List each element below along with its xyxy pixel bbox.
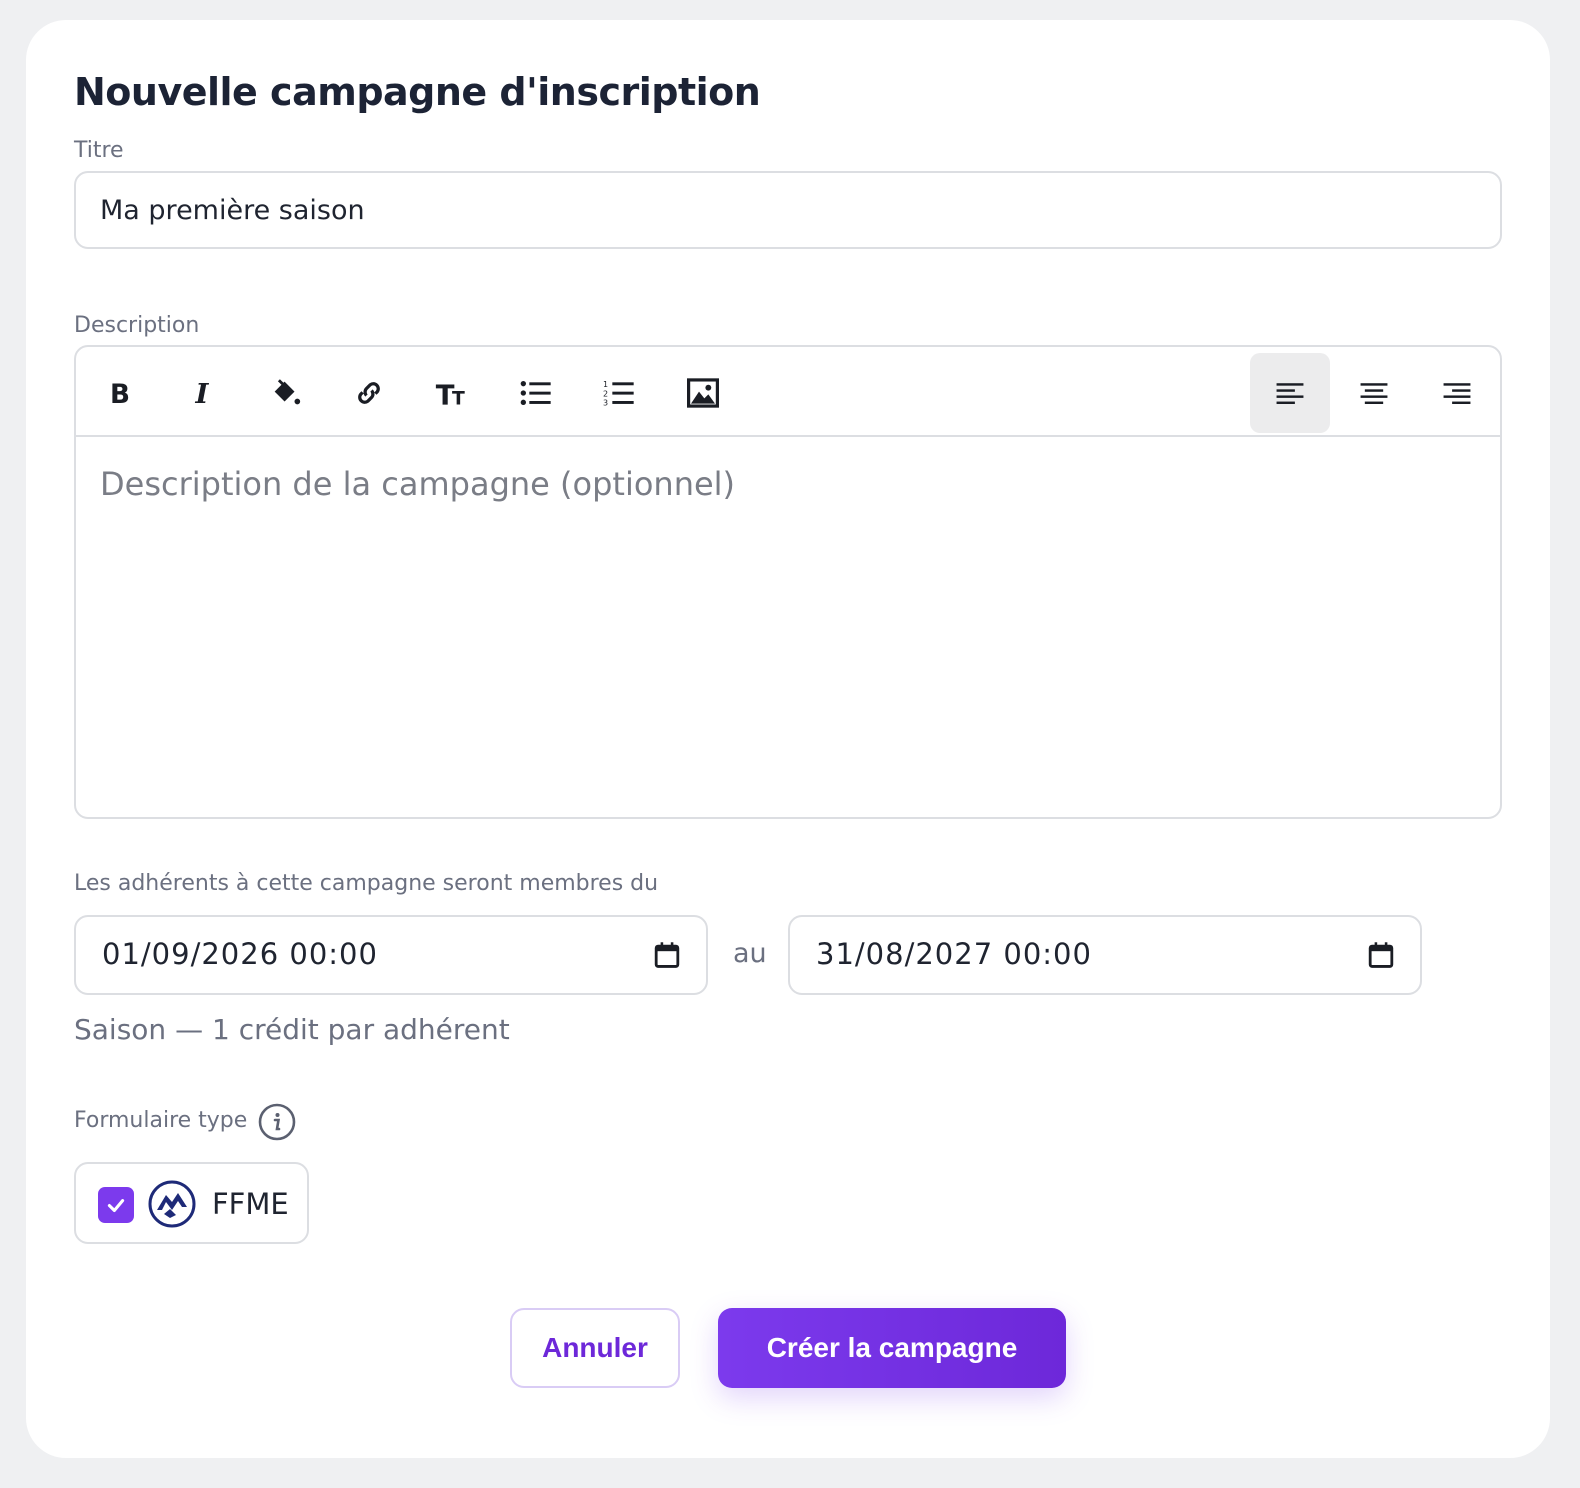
ffme-label: FFME	[212, 1187, 289, 1221]
season-info-text: Saison — 1 crédit par adhérent	[74, 1013, 510, 1046]
bold-icon[interactable]: B	[80, 353, 160, 433]
description-editor[interactable]: B I TT 123 Description de la campagne (o…	[74, 345, 1502, 819]
end-date-input[interactable]: 31/08/2027 00:00	[788, 915, 1422, 995]
title-label: Titre	[74, 138, 124, 163]
calendar-icon[interactable]	[1368, 941, 1394, 976]
text-size-icon[interactable]: TT	[412, 353, 492, 433]
start-date-value: 01/09/2026 00:00	[102, 937, 378, 971]
end-date-value: 31/08/2027 00:00	[816, 937, 1092, 971]
svg-text:3: 3	[603, 399, 608, 407]
title-input[interactable]: Ma première saison	[74, 171, 1502, 249]
fill-color-icon[interactable]	[246, 353, 326, 433]
svg-text:1: 1	[603, 380, 608, 389]
ffme-logo	[148, 1180, 196, 1228]
svg-text:2: 2	[603, 389, 608, 398]
info-icon[interactable]	[258, 1103, 296, 1141]
editor-toolbar: B I TT 123	[76, 347, 1500, 437]
create-campaign-button[interactable]: Créer la campagne	[718, 1308, 1066, 1388]
align-right-icon[interactable]	[1417, 353, 1497, 433]
align-left-icon[interactable]	[1250, 353, 1330, 433]
title-input-value: Ma première saison	[100, 194, 365, 226]
image-icon[interactable]	[663, 353, 743, 433]
numbered-list-icon[interactable]: 123	[579, 353, 659, 433]
align-center-icon[interactable]	[1334, 353, 1414, 433]
svg-text:T: T	[452, 388, 465, 408]
svg-text:B: B	[110, 380, 130, 408]
form-type-option-ffme[interactable]: FFME	[74, 1162, 309, 1244]
date-separator: au	[733, 938, 767, 969]
calendar-icon[interactable]	[654, 941, 680, 976]
description-label: Description	[74, 313, 200, 338]
italic-icon[interactable]: I	[163, 353, 243, 433]
membership-period-label: Les adhérents à cette campagne seront me…	[74, 871, 659, 896]
bullet-list-icon[interactable]	[496, 353, 576, 433]
page-title: Nouvelle campagne d'inscription	[74, 70, 761, 114]
start-date-input[interactable]: 01/09/2026 00:00	[74, 915, 708, 995]
ffme-checkbox[interactable]	[98, 1187, 134, 1223]
description-placeholder: Description de la campagne (optionnel)	[100, 465, 736, 503]
checkmark-icon	[107, 1199, 125, 1213]
form-type-label: Formulaire type	[74, 1108, 248, 1133]
svg-text:I: I	[195, 378, 210, 408]
link-icon[interactable]	[329, 353, 409, 433]
cancel-button[interactable]: Annuler	[510, 1308, 680, 1388]
